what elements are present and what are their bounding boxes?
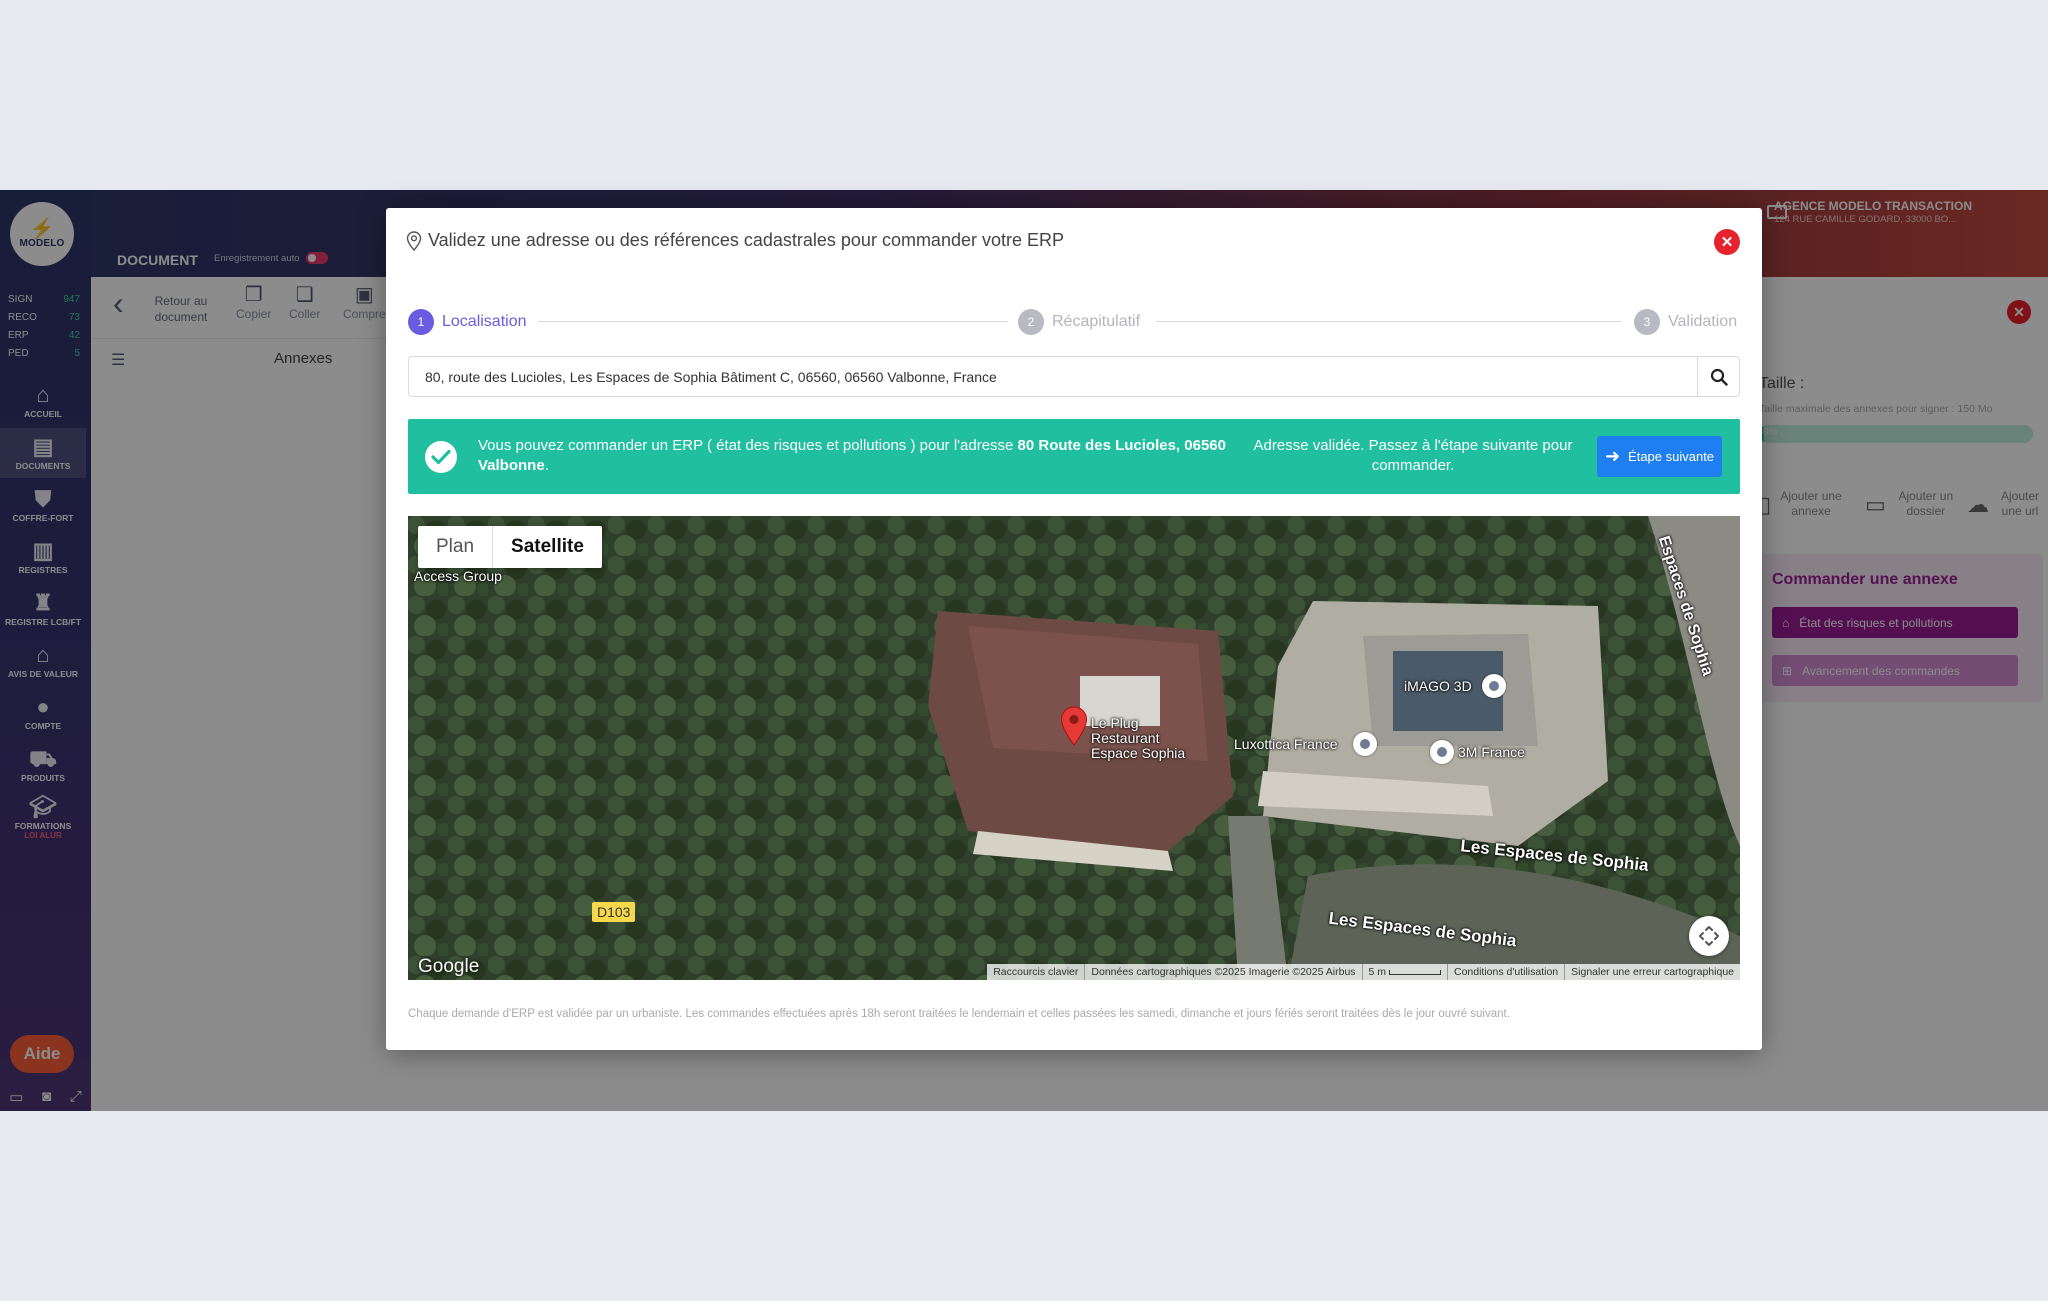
poi-marker-icon[interactable] — [1430, 740, 1454, 764]
map-attribution: Raccourcis clavier Données cartographiqu… — [987, 964, 1740, 980]
next-step-button[interactable]: ➜ Étape suivante — [1597, 436, 1722, 477]
address-input[interactable] — [409, 357, 1697, 396]
erp-order-modal: Validez une adresse ou des références ca… — [386, 208, 1762, 1050]
modal-title: Validez une adresse ou des références ca… — [406, 230, 1064, 251]
scale-bar — [1388, 969, 1441, 975]
map-label-restaurant[interactable]: Le Plug Restaurant Espace Sophia — [1091, 716, 1201, 761]
terms-link[interactable]: Conditions d'utilisation — [1446, 964, 1564, 980]
poi-marker-icon[interactable] — [1353, 732, 1377, 756]
map-label-3m[interactable]: 3M France — [1458, 744, 1525, 760]
check-circle-icon — [425, 441, 457, 473]
keyboard-shortcuts-link[interactable]: Raccourcis clavier — [987, 964, 1084, 980]
map-label-imago[interactable]: iMAGO 3D — [1404, 678, 1472, 694]
banner-message: Vous pouvez commander un ERP ( état des … — [478, 437, 1226, 474]
close-modal-icon[interactable]: ✕ — [1714, 229, 1740, 255]
map-pin-icon — [406, 230, 422, 251]
map-label-access-group[interactable]: Access Group — [414, 568, 502, 584]
road-badge-d103: D103 — [592, 902, 636, 922]
fullscreen-button[interactable] — [1689, 916, 1729, 956]
step-recapitulatif[interactable]: 2 Récapitulatif — [1018, 309, 1140, 335]
map-tab-plan[interactable]: Plan — [418, 526, 494, 568]
location-marker-icon[interactable] — [1060, 706, 1088, 746]
step-localisation[interactable]: 1 Localisation — [408, 309, 527, 335]
step-connector — [538, 321, 1008, 322]
address-search — [408, 356, 1740, 397]
map-scale: 5 m — [1361, 964, 1447, 980]
modal-footnote: Chaque demande d'ERP est validée par un … — [408, 1008, 1510, 1020]
poi-marker-icon[interactable] — [1482, 674, 1506, 698]
satellite-map[interactable]: Plan Satellite Access Group Espaces de S… — [408, 516, 1740, 980]
report-error-link[interactable]: Signaler une erreur cartographique — [1564, 964, 1740, 980]
search-icon — [1710, 368, 1728, 386]
map-tab-satellite[interactable]: Satellite — [493, 526, 602, 568]
banner-status: Adresse validée. Passez à l'étape suivan… — [1253, 437, 1573, 474]
arrow-right-icon: ➜ — [1604, 446, 1621, 466]
step-validation[interactable]: 3 Validation — [1634, 309, 1737, 335]
step-connector — [1156, 321, 1621, 322]
fullscreen-icon — [1699, 926, 1719, 946]
validation-banner: Vous pouvez commander un ERP ( état des … — [408, 419, 1740, 494]
map-type-toggle: Plan Satellite — [418, 526, 602, 568]
google-logo: Google — [418, 956, 480, 977]
search-button[interactable] — [1697, 357, 1739, 396]
map-data-credit: Données cartographiques ©2025 Imagerie ©… — [1084, 964, 1361, 980]
stepper: 1 Localisation 2 Récapitulatif 3 Validat… — [408, 309, 1740, 335]
map-label-luxottica[interactable]: Luxottica France — [1234, 736, 1338, 752]
